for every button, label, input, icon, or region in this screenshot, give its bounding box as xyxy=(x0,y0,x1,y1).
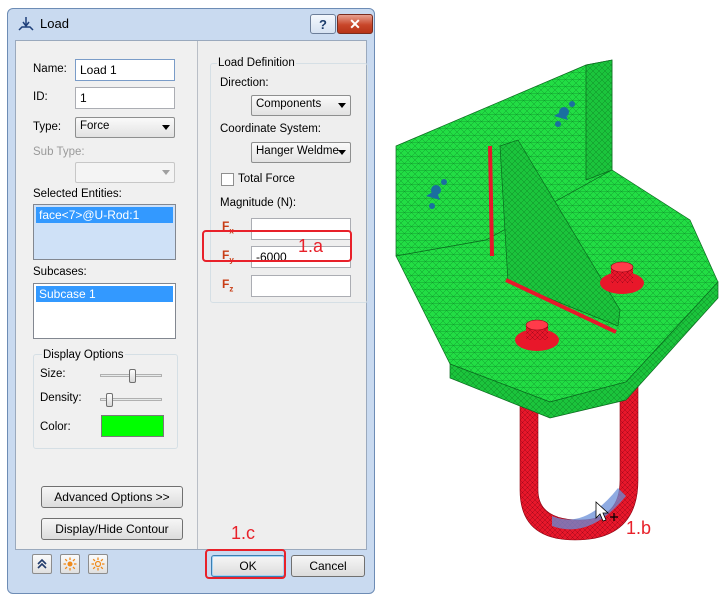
dialog-body: Name: Load 1 ID: 1 Type: Force Sub Type:… xyxy=(15,40,368,550)
density-slider-thumb[interactable] xyxy=(106,393,113,407)
type-dropdown[interactable]: Force xyxy=(75,117,175,138)
chevron-down-icon xyxy=(338,150,346,155)
subcases-list[interactable]: Subcase 1 xyxy=(33,283,176,339)
weld-line-vertical xyxy=(488,145,494,257)
color-label: Color: xyxy=(40,421,71,433)
size-slider-thumb[interactable] xyxy=(129,369,136,383)
display-options-title: Display Options xyxy=(42,349,125,361)
density-label: Density: xyxy=(40,392,82,404)
expand-button[interactable] xyxy=(32,554,52,574)
type-label: Type: xyxy=(33,121,62,133)
fz-label: Fz xyxy=(222,277,234,294)
magnitude-label: Magnitude (N): xyxy=(220,197,297,209)
size-label: Size: xyxy=(40,368,66,380)
subtype-label: Sub Type: xyxy=(33,146,85,158)
selected-entities-list[interactable]: face<7>@U-Rod:1 xyxy=(33,204,176,260)
cancel-button[interactable]: Cancel xyxy=(291,555,365,577)
load-definition-title: Load Definition xyxy=(217,57,296,69)
selected-entities-label: Selected Entities: xyxy=(33,188,122,200)
callout-1a: 1.a xyxy=(298,236,324,256)
close-button[interactable]: ✕ xyxy=(337,14,373,34)
name-label: Name: xyxy=(33,63,67,75)
sun-outline-icon xyxy=(91,557,105,571)
list-item[interactable]: face<7>@U-Rod:1 xyxy=(36,207,173,223)
fy-highlight-box xyxy=(202,230,352,262)
right-pane: Load Definition Direction: Components Co… xyxy=(198,41,368,549)
fz-input[interactable] xyxy=(251,275,351,297)
direction-value: Components xyxy=(256,98,322,110)
color-swatch[interactable] xyxy=(101,415,164,437)
callout-1c: 1.c xyxy=(231,523,256,543)
expand-icon xyxy=(37,558,47,569)
coordinate-system-label: Coordinate System: xyxy=(220,123,321,135)
coordinate-system-dropdown[interactable]: Hanger Weldme xyxy=(251,142,351,163)
window-title: Load xyxy=(40,16,69,31)
name-input[interactable]: Load 1 xyxy=(75,59,175,81)
callout-1b: 1.b xyxy=(626,518,652,538)
load-icon xyxy=(18,17,34,31)
total-force-checkbox[interactable] xyxy=(221,173,234,186)
show-load-button[interactable] xyxy=(60,554,80,574)
load-dialog: Load ? ✕ Name: Load 1 ID: 1 Type: Force … xyxy=(7,8,375,594)
direction-label: Direction: xyxy=(220,77,269,89)
list-item[interactable]: Subcase 1 xyxy=(36,286,173,302)
show-all-loads-button[interactable] xyxy=(88,554,108,574)
id-input[interactable]: 1 xyxy=(75,87,175,109)
direction-dropdown[interactable]: Components xyxy=(251,95,351,116)
coordinate-system-value: Hanger Weldme xyxy=(256,145,339,157)
left-pane: Name: Load 1 ID: 1 Type: Force Sub Type:… xyxy=(16,41,198,549)
title-bar[interactable]: Load ? ✕ xyxy=(8,9,374,39)
id-label: ID: xyxy=(33,91,48,103)
display-hide-contour-button[interactable]: Display/Hide Contour xyxy=(41,518,183,540)
sun-icon xyxy=(63,557,77,571)
subcases-label: Subcases: xyxy=(33,266,87,278)
ok-highlight-box xyxy=(205,549,286,579)
advanced-options-button[interactable]: Advanced Options >> xyxy=(41,486,183,508)
model-viewport[interactable] xyxy=(380,20,727,560)
chevron-down-icon xyxy=(338,103,346,108)
back-plate-edge xyxy=(585,59,613,181)
total-force-label: Total Force xyxy=(238,173,295,185)
chevron-down-icon xyxy=(162,170,170,175)
display-options-group: Display Options Size: Density: Color: xyxy=(33,349,178,449)
chevron-down-icon xyxy=(162,125,170,130)
subtype-dropdown xyxy=(75,162,175,183)
type-value: Force xyxy=(80,120,110,132)
help-button[interactable]: ? xyxy=(310,14,336,34)
